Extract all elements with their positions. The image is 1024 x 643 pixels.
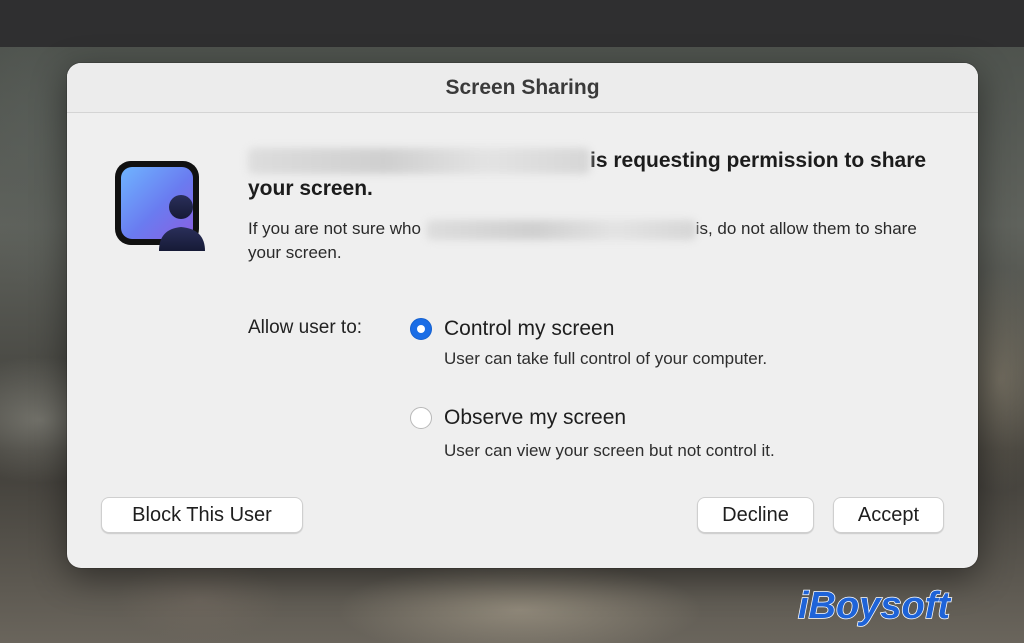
radio-observe-label: Observe my screen	[444, 406, 627, 429]
allow-user-label: Allow user to:	[248, 317, 363, 338]
top-bar	[0, 0, 1024, 47]
screen-sharing-app-icon	[115, 161, 205, 251]
desktop-background: Screen Sharing is requesting permission …	[0, 0, 1024, 643]
requester-email-redacted-2	[425, 219, 696, 240]
request-headline: is requesting permission to share your s…	[248, 147, 938, 203]
radio-observe-my-screen[interactable]: Observe my screen	[410, 406, 626, 430]
dialog-title: Screen Sharing	[445, 75, 600, 99]
svg-text:iBoysoft: iBoysoft	[798, 585, 951, 627]
iboysoft-watermark-logo: iBoysoft	[797, 584, 952, 628]
warning-text: If you are not sure who is, do not allow…	[248, 217, 938, 265]
requester-email-redacted	[248, 148, 590, 175]
dialog-titlebar: Screen Sharing	[67, 63, 978, 113]
warning-text-before: If you are not sure who	[248, 219, 421, 238]
radio-selected-icon[interactable]	[410, 318, 432, 340]
decline-button[interactable]: Decline	[697, 497, 814, 533]
radio-observe-description: User can view your screen but not contro…	[444, 441, 775, 460]
radio-unselected-icon[interactable]	[410, 407, 432, 429]
screen-sharing-dialog: Screen Sharing is requesting permission …	[67, 63, 978, 568]
block-this-user-button[interactable]: Block This User	[101, 497, 303, 533]
radio-control-my-screen[interactable]: Control my screen	[410, 317, 614, 341]
accept-button[interactable]: Accept	[833, 497, 944, 533]
radio-control-description: User can take full control of your compu…	[444, 349, 768, 368]
radio-control-label: Control my screen	[444, 317, 615, 340]
